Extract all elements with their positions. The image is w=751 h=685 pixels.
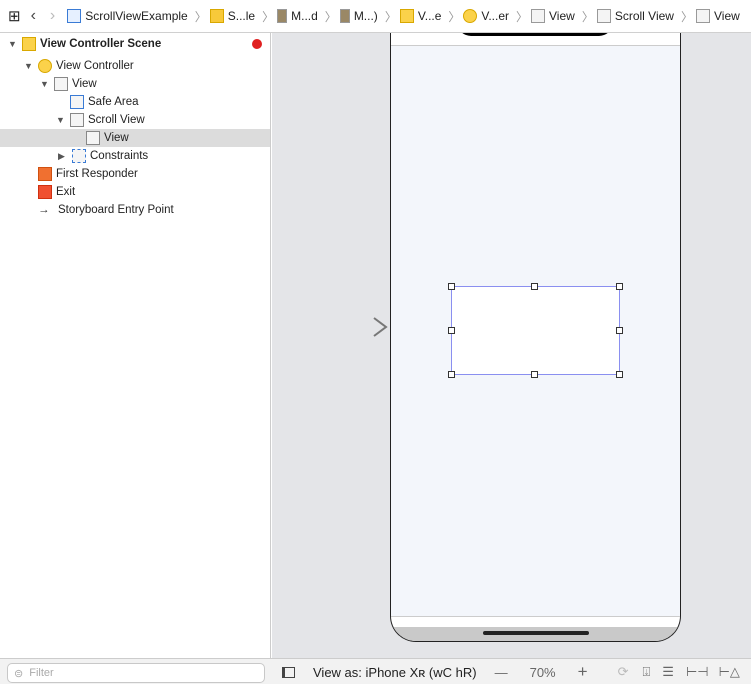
breadcrumb-storyboard[interactable]: M...d (277, 9, 318, 23)
disclosure-triangle-icon[interactable]: ▶ (58, 151, 68, 162)
first-responder-icon (38, 167, 52, 181)
resize-handle[interactable] (616, 327, 623, 334)
resize-handle[interactable] (531, 371, 538, 378)
forward-button[interactable]: › (50, 7, 55, 25)
view-icon (695, 9, 710, 23)
document-outline: ▼ View Controller Scene ▼ View Controller … (0, 33, 271, 658)
outline-item-first-responder[interactable]: First Responder (0, 165, 270, 183)
resize-handle[interactable] (448, 283, 455, 290)
home-indicator-area (391, 627, 680, 641)
outline-item-view-controller[interactable]: ▼ View Controller (0, 57, 270, 75)
scroll-view-icon (596, 9, 611, 23)
view-controller-icon (463, 9, 478, 23)
breadcrumb-scene[interactable]: V...e (399, 9, 441, 23)
filter-input[interactable]: ⊜ Filter (7, 663, 265, 683)
resize-handle[interactable] (531, 283, 538, 290)
outline-item-view[interactable]: ▼ View (0, 75, 270, 93)
outline-item-exit[interactable]: Exit (0, 183, 270, 201)
safe-area-icon (70, 95, 84, 109)
constraints-icon (72, 149, 86, 163)
storyboard-file-icon (339, 9, 350, 23)
disclosure-triangle-icon[interactable]: ▼ (40, 79, 50, 89)
breadcrumb-view-controller[interactable]: V...er (463, 9, 509, 23)
disclosure-triangle-icon[interactable]: ▼ (24, 61, 34, 71)
notch (457, 33, 613, 36)
error-icon[interactable] (252, 39, 262, 49)
breadcrumb-folder[interactable]: S...le (209, 9, 255, 23)
view-icon (86, 131, 100, 145)
bottom-bar: ⊜ Filter View as: iPhone Xʀ (wC hR) — 70%… (0, 658, 751, 684)
scene-icon (399, 9, 414, 23)
jump-bar: ⊞ ‹ › ScrollViewExample 〉 S...le 〉 M...d 〉 … (0, 0, 751, 33)
zoom-out-button[interactable]: — (495, 665, 508, 680)
zoom-in-button[interactable]: + (578, 662, 588, 682)
resize-handle[interactable] (448, 371, 455, 378)
breadcrumb-view[interactable]: View (531, 9, 575, 23)
add-constraints-icon[interactable]: ⊢⊣ (686, 664, 709, 680)
breadcrumb-scroll-view[interactable]: Scroll View (596, 9, 674, 23)
arrow-right-icon: → (38, 204, 50, 216)
scroll-view-icon (70, 113, 84, 127)
update-frames-icon[interactable]: ⟳ (618, 664, 629, 680)
toggle-outline-button[interactable] (282, 666, 295, 678)
breadcrumb-selected-view[interactable]: View (695, 9, 740, 23)
storyboard-file-icon (277, 9, 288, 23)
zoom-level: 70% (529, 664, 556, 680)
storyboard-canvas[interactable] (272, 33, 751, 658)
scene-icon (22, 37, 36, 51)
related-items-icon[interactable]: ⊞ (8, 7, 21, 25)
view-controller-icon (38, 59, 52, 73)
back-button[interactable]: ‹ (31, 7, 36, 25)
resize-handle[interactable] (616, 283, 623, 290)
breadcrumb-storyboard-base[interactable]: M...) (339, 9, 378, 23)
folder-icon (209, 9, 224, 23)
outline-item-selected-view[interactable]: View (0, 129, 270, 147)
home-indicator (483, 631, 589, 635)
outline-item-scene[interactable]: ▼ View Controller Scene (0, 35, 270, 53)
view-as-label[interactable]: View as: iPhone Xʀ (wC hR) (313, 665, 477, 680)
project-file-icon (67, 9, 82, 23)
outline-item-safe-area[interactable]: Safe Area (0, 93, 270, 111)
resize-handle[interactable] (616, 371, 623, 378)
exit-icon (38, 185, 52, 199)
align-icon[interactable]: ☰ (662, 664, 674, 680)
selected-view[interactable] (451, 286, 620, 375)
breadcrumb-project[interactable]: ScrollViewExample (67, 9, 188, 23)
disclosure-triangle-icon[interactable]: ▼ (8, 39, 18, 49)
resize-handle[interactable] (448, 327, 455, 334)
entry-point-arrow-icon (318, 317, 388, 337)
filter-icon: ⊜ (14, 667, 24, 680)
resolve-issues-icon[interactable]: ⊢△ (719, 664, 740, 680)
outline-item-scroll-view[interactable]: ▼ Scroll View (0, 111, 270, 129)
view-icon (54, 77, 68, 91)
outline-item-constraints[interactable]: ▶ Constraints (0, 147, 270, 165)
view-icon (531, 9, 546, 23)
embed-in-icon[interactable]: ⍗ (642, 664, 650, 680)
disclosure-triangle-icon[interactable]: ▼ (56, 115, 66, 125)
outline-item-entry-point[interactable]: → Storyboard Entry Point (0, 201, 270, 219)
